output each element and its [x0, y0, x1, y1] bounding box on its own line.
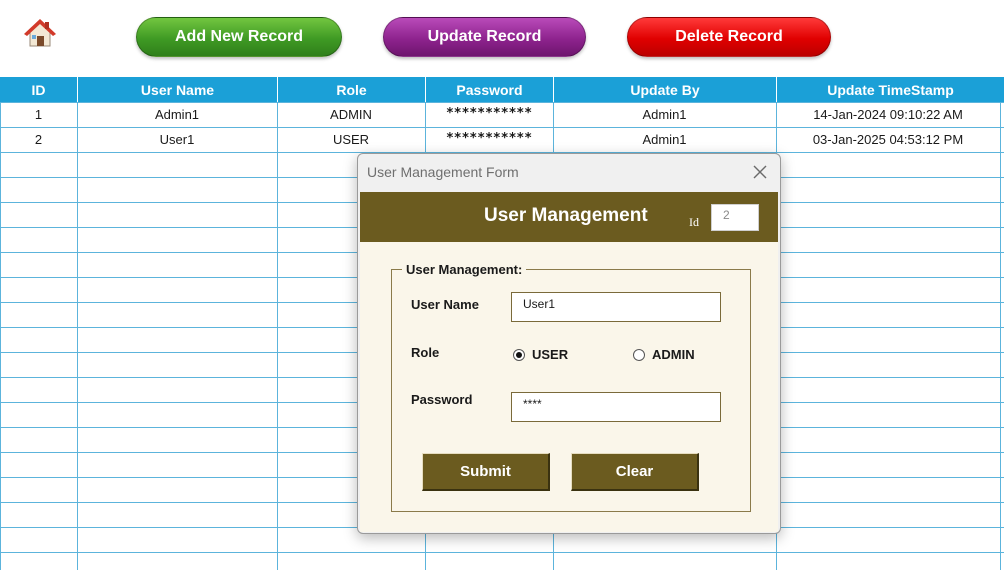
submit-button[interactable]: Submit — [422, 453, 550, 491]
user-management-dialog: User Management Form User Management Id … — [357, 153, 781, 534]
cell-user-name[interactable]: User1 — [77, 127, 277, 152]
cell-update-by[interactable]: Admin1 — [553, 102, 776, 127]
cell-update-timestamp[interactable]: 03-Jan-2025 04:53:12 PM — [776, 127, 1000, 152]
radio-user-label[interactable]: USER — [532, 347, 568, 362]
user-name-input[interactable]: User1 — [511, 292, 721, 322]
id-field[interactable]: 2 — [711, 204, 759, 231]
cell-password[interactable]: *********** — [425, 126, 553, 151]
user-name-label: User Name — [411, 297, 479, 312]
radio-admin-label[interactable]: ADMIN — [652, 347, 695, 362]
clear-button[interactable]: Clear — [571, 453, 699, 491]
group-title: User Management: — [402, 262, 527, 277]
dialog-banner: User Management Id 2 — [360, 192, 778, 242]
app-window: Add New Record Update Record Delete Reco… — [0, 0, 1004, 570]
close-icon[interactable] — [750, 162, 770, 182]
password-input[interactable]: **** — [511, 392, 721, 422]
cell-password[interactable]: *********** — [425, 101, 553, 126]
dialog-window-title: User Management Form — [367, 164, 519, 180]
password-label: Password — [411, 392, 473, 407]
update-record-button[interactable]: Update Record — [383, 17, 586, 57]
banner-title: User Management — [484, 205, 648, 226]
id-label: Id — [689, 215, 699, 229]
add-new-record-button[interactable]: Add New Record — [136, 17, 342, 57]
column-header-update-by[interactable]: Update By — [554, 77, 777, 102]
cell-role[interactable]: ADMIN — [277, 102, 425, 127]
cell-role[interactable]: USER — [277, 127, 425, 152]
cell-id[interactable]: 2 — [0, 127, 77, 152]
cell-update-timestamp[interactable]: 14-Jan-2024 09:10:22 AM — [776, 102, 1000, 127]
column-header-id[interactable]: ID — [0, 77, 78, 102]
radio-admin[interactable] — [633, 349, 645, 361]
delete-record-button[interactable]: Delete Record — [627, 17, 831, 57]
dialog-body: User Management Id 2 User Management: Us… — [360, 192, 778, 532]
column-header-user-name[interactable]: User Name — [78, 77, 278, 102]
cell-id[interactable]: 1 — [0, 102, 77, 127]
radio-user[interactable] — [513, 349, 525, 361]
column-header-role[interactable]: Role — [278, 77, 426, 102]
column-header-update-timestamp[interactable]: Update TimeStamp — [777, 77, 1004, 102]
row-gridline — [0, 552, 1004, 553]
column-header-password[interactable]: Password — [426, 77, 554, 102]
cell-update-by[interactable]: Admin1 — [553, 127, 776, 152]
home-icon[interactable] — [24, 18, 56, 48]
role-label: Role — [411, 345, 440, 360]
cell-user-name[interactable]: Admin1 — [77, 102, 277, 127]
